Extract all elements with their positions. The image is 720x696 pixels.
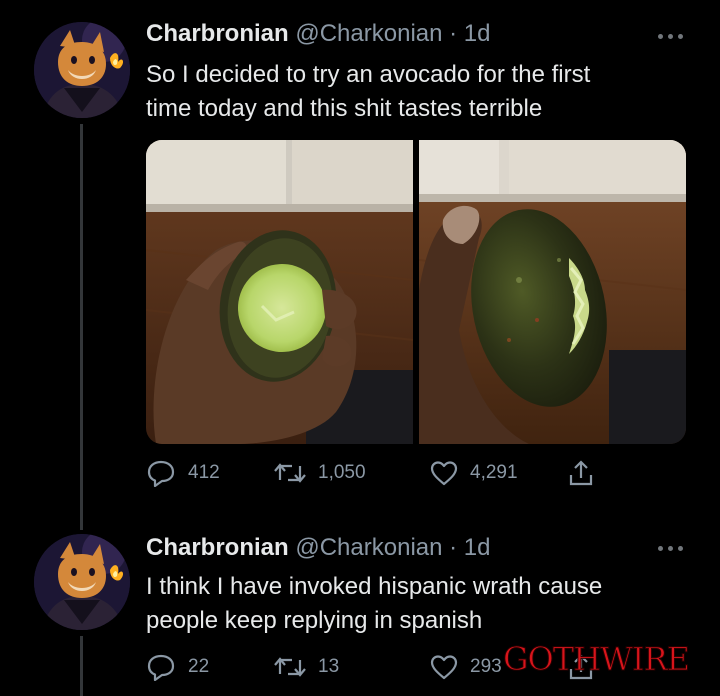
gothwire-watermark: GOTHWIRE: [502, 640, 690, 679]
retweet-icon: [274, 657, 306, 677]
tweet-actions: 412 1,050 4,291: [146, 458, 606, 488]
tweet-header: Charbronian @Charkonian · 1d: [146, 534, 491, 562]
tweet-text-line: I think I have invoked hispanic wrath ca…: [146, 573, 603, 600]
tweet-text-line: time today and this shit tastes terrible: [146, 95, 543, 122]
tweet-text-line: So I decided to try an avocado for the f…: [146, 61, 591, 88]
thread-line: [80, 636, 83, 696]
timestamp[interactable]: · 1d: [449, 20, 490, 47]
avatar[interactable]: [34, 22, 130, 118]
reply-icon: [147, 654, 175, 681]
retweet-count: 1,050: [318, 462, 366, 483]
share-button[interactable]: [568, 458, 594, 488]
thread-line: [80, 124, 83, 530]
handle[interactable]: @Charkonian: [295, 534, 442, 561]
retweet-button[interactable]: 1,050: [274, 458, 366, 488]
tweet-media[interactable]: [146, 140, 686, 444]
tweet-header: Charbronian @Charkonian · 1d: [146, 20, 491, 48]
more-icon[interactable]: [658, 34, 686, 42]
tweet-text: I think I have invoked hispanic wrath ca…: [146, 570, 602, 638]
reply-button[interactable]: 22: [146, 652, 209, 682]
reply-count: 22: [188, 656, 210, 677]
handle[interactable]: @Charkonian: [295, 20, 442, 47]
display-name[interactable]: Charbronian: [146, 534, 289, 561]
retweet-count: 13: [318, 656, 340, 677]
retweet-icon: [274, 463, 306, 483]
avocado-photo-1[interactable]: [146, 140, 413, 444]
more-icon[interactable]: [658, 546, 686, 554]
reply-button[interactable]: 412: [146, 458, 220, 488]
retweet-button[interactable]: 13: [274, 652, 339, 682]
share-icon: [569, 460, 593, 486]
like-count: 4,291: [470, 462, 518, 483]
watermark-text: GOTHWIRE: [503, 640, 689, 678]
tweet-text-line: people keep replying in spanish: [146, 607, 483, 634]
avatar[interactable]: [34, 534, 130, 630]
timestamp[interactable]: · 1d: [449, 534, 490, 561]
like-icon: [430, 461, 458, 486]
like-button[interactable]: 293: [430, 652, 502, 682]
reply-icon: [147, 460, 175, 487]
tweet-text: So I decided to try an avocado for the f…: [146, 58, 590, 126]
reply-count: 412: [188, 462, 220, 483]
like-button[interactable]: 4,291: [430, 458, 518, 488]
like-icon: [430, 655, 458, 680]
avocado-photo-2[interactable]: [419, 140, 686, 444]
display-name[interactable]: Charbronian: [146, 20, 289, 47]
